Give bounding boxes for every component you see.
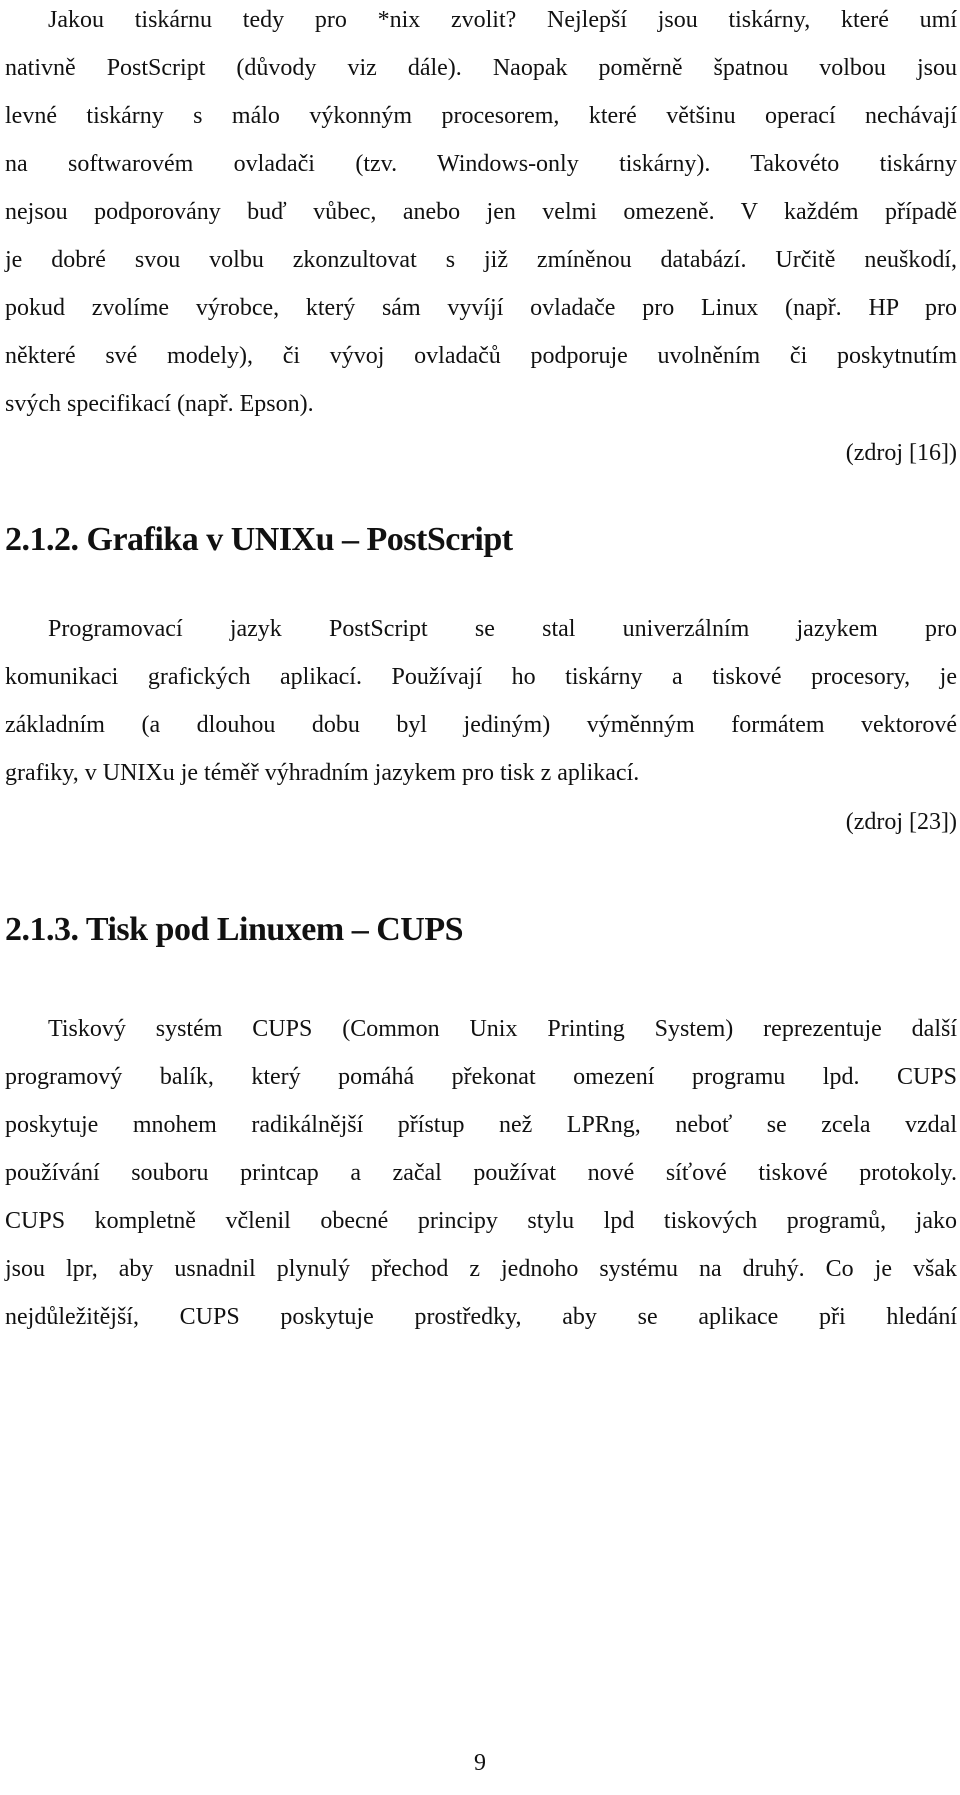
paragraph-line: Programovací jazyk PostScript se stal un… [48,616,957,642]
paragraph-line: pokud zvolíme výrobce, který sám vyvíjí … [5,295,957,321]
source-citation: (zdroj [23]) [845,809,957,835]
paragraph-line: používání souboru printcap a začal použí… [5,1160,957,1186]
paragraph-line: základním (a dlouhou dobu byl jediným) v… [5,712,957,738]
paragraph-line: jsou lpr, aby usnadnil plynulý přechod z… [5,1256,957,1282]
paragraph-line: CUPS kompletně včlenil obecné principy s… [5,1208,957,1234]
paragraph-line: Tiskový systém CUPS (Common Unix Printin… [48,1016,957,1042]
paragraph-line: levné tiskárny s málo výkonným procesore… [5,103,957,129]
paragraph-line: svých specifikací (např. Epson). [5,391,314,417]
paragraph-line: nejsou podporovány buď vůbec, anebo jen … [5,199,957,225]
paragraph-line: na softwarovém ovladači (tzv. Windows-on… [5,151,957,177]
paragraph-line: některé své modely), či vývoj ovladačů p… [5,343,957,369]
section-heading: 2.1.3. Tisk pod Linuxem – CUPS [5,911,464,948]
paragraph-line: programový balík, který pomáhá překonat … [5,1064,957,1090]
paragraph-line: nejdůležitější, CUPS poskytuje prostředk… [5,1304,957,1330]
paragraph-line: grafiky, v UNIXu je téměř výhradním jazy… [5,760,640,786]
paragraph-line: komunikaci grafických aplikací. Používaj… [5,664,957,690]
paragraph-line: poskytuje mnohem radikálnější přístup ne… [5,1112,957,1138]
source-citation: (zdroj [16]) [845,440,957,466]
page-number: 9 [474,1750,486,1776]
paragraph-line: je dobré svou volbu zkonzultovat s již z… [5,247,957,273]
section-heading: 2.1.2. Grafika v UNIXu – PostScript [5,521,513,558]
paragraph-line: Jakou tiskárnu tedy pro *nix zvolit? Nej… [48,7,957,33]
paragraph-line: nativně PostScript (důvody viz dále). Na… [5,55,957,81]
